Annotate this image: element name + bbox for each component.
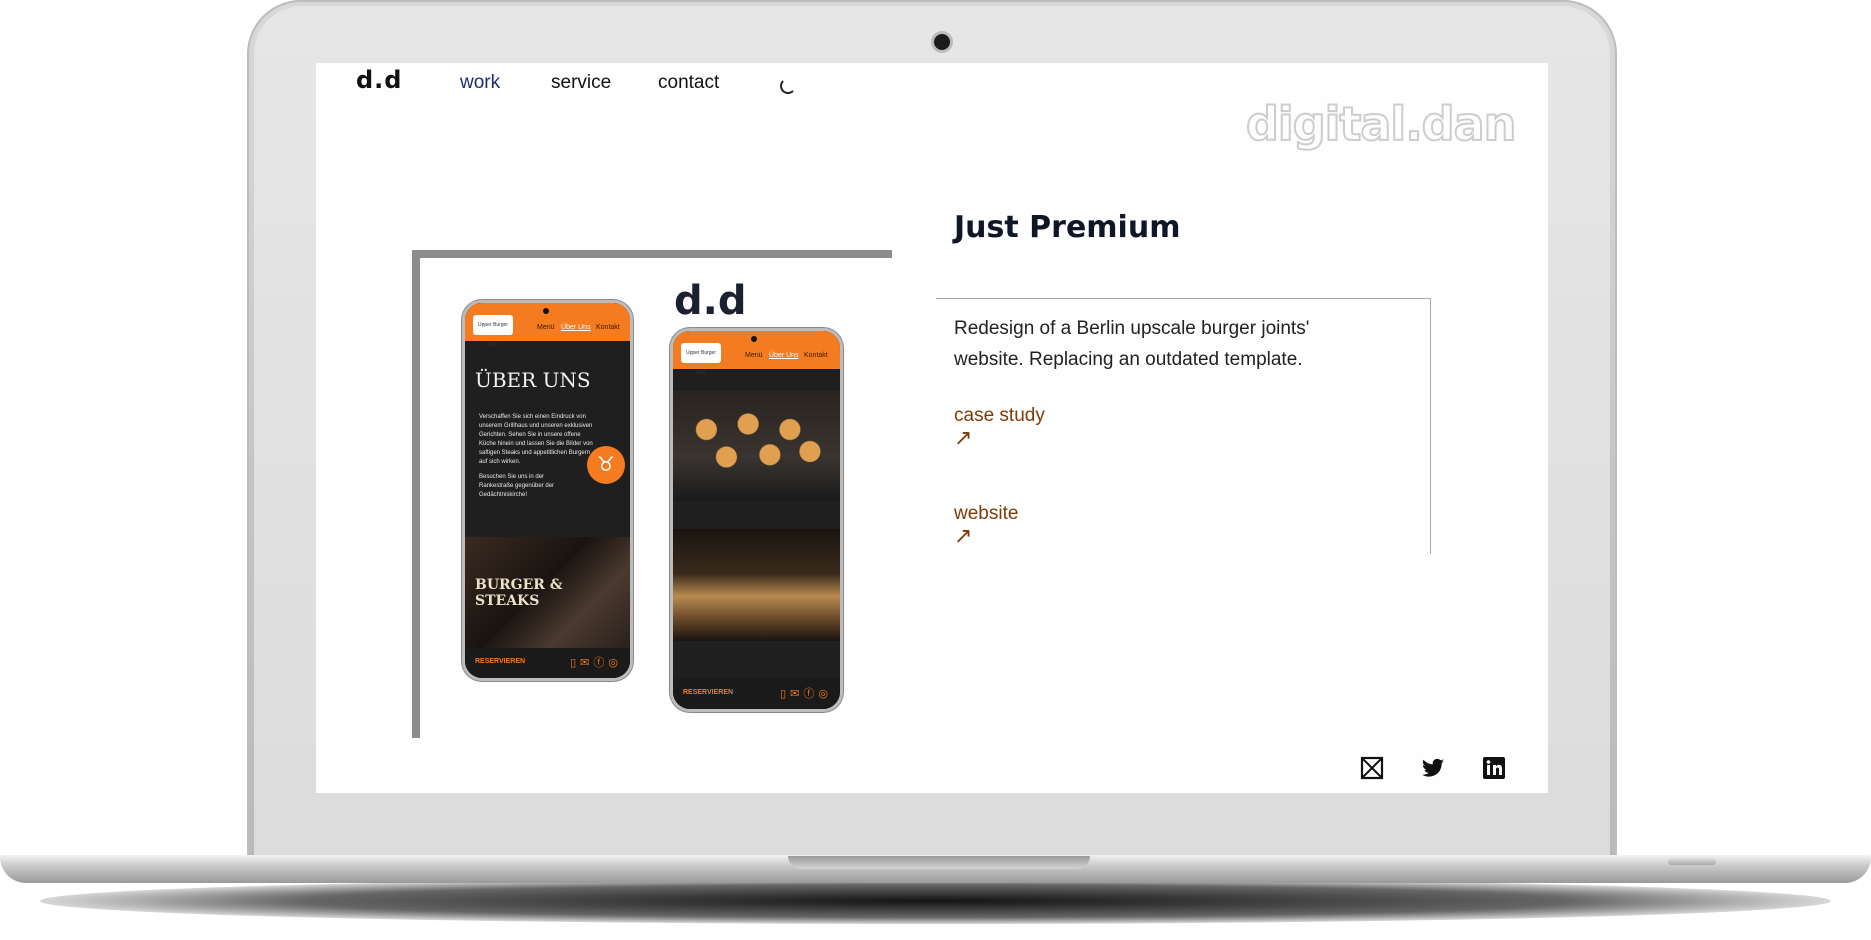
phone-food-image: [673, 391, 840, 501]
divider-vertical: [1430, 298, 1431, 554]
project-description: Redesign of a Berlin upscale burger join…: [954, 318, 1310, 370]
phone-restaurant-image: [673, 529, 840, 641]
phone-banner-image: BURGER & STEAKS: [465, 537, 630, 649]
laptop-led: [1668, 858, 1716, 865]
phone-logo: Upper Burger Grill: [681, 343, 721, 376]
phone-nav-menu: Menü: [745, 352, 763, 359]
nav-service[interactable]: service: [551, 72, 611, 94]
phone-nav-about: Über Uns: [769, 352, 799, 359]
image-frame-left: [412, 250, 420, 738]
divider: [936, 298, 1431, 299]
phone-mockup-gallery: Upper Burger Grill Menü Über Uns Kontakt…: [670, 328, 843, 712]
phone-camera-icon: [751, 336, 757, 342]
laptop-shadow: [40, 878, 1831, 924]
project-title: Just Premium: [954, 210, 1181, 245]
phone-reserve-label: RESERVIEREN: [475, 658, 526, 665]
arrow-up-right-icon[interactable]: ↗: [954, 523, 972, 549]
phone-heading: ÜBER UNS: [475, 368, 591, 392]
phone-nav-about: Über Uns: [561, 324, 591, 331]
phone-reserve-label: RESERVIEREN: [683, 689, 734, 696]
mail-icon[interactable]: [1360, 756, 1384, 780]
phone-body-para-2: Besuchen Sie uns in der Rankestraße gege…: [479, 474, 555, 498]
phone-nav-contact: Kontakt: [804, 352, 828, 359]
nav-contact[interactable]: contact: [658, 72, 719, 94]
brand-watermark: digital.dan: [1245, 96, 1517, 152]
case-study-link[interactable]: case study: [954, 405, 1045, 427]
arrow-up-right-icon[interactable]: ↗: [954, 425, 972, 451]
camera-icon: [934, 34, 950, 50]
image-frame-top: [412, 250, 892, 258]
phone-nav-contact: Kontakt: [596, 324, 620, 331]
phone-header: Upper Burger Grill Menü Über Uns Kontakt: [465, 303, 630, 348]
phone-camera-icon: [543, 308, 549, 314]
phone-banner-text: BURGER & STEAKS: [475, 577, 563, 609]
phone-header: Upper Burger Grill Menü Über Uns Kontakt: [673, 331, 840, 376]
bull-icon: ♉: [587, 446, 625, 484]
phone-body-para-1: Verschaffen Sie sich einen Eindruck von …: [479, 414, 593, 465]
laptop-screen: d.d work service contact digital.dan d.d…: [316, 63, 1548, 793]
phone-logo: Upper Burger Grill: [473, 315, 513, 348]
phone-footer: RESERVIEREN ▯✉ⓕ◎: [465, 648, 630, 678]
mockup-logo: d.d: [674, 278, 747, 324]
phone-nav-menu: Menü: [537, 324, 555, 331]
phone-mockup-about: Upper Burger Grill Menü Über Uns Kontakt…: [462, 300, 633, 681]
website-link[interactable]: website: [954, 503, 1018, 525]
phone-contact-icons: ▯✉ⓕ◎: [570, 657, 622, 669]
twitter-icon[interactable]: [1421, 756, 1445, 780]
nav-work[interactable]: work: [460, 72, 500, 94]
phone-contact-icons: ▯✉ⓕ◎: [780, 688, 832, 700]
theme-toggle-icon[interactable]: [780, 78, 796, 94]
linkedin-icon[interactable]: [1482, 756, 1506, 780]
phone-footer: RESERVIEREN ▯✉ⓕ◎: [673, 679, 840, 709]
site-logo[interactable]: d.d: [356, 66, 402, 94]
laptop-hinge: [788, 856, 1090, 869]
